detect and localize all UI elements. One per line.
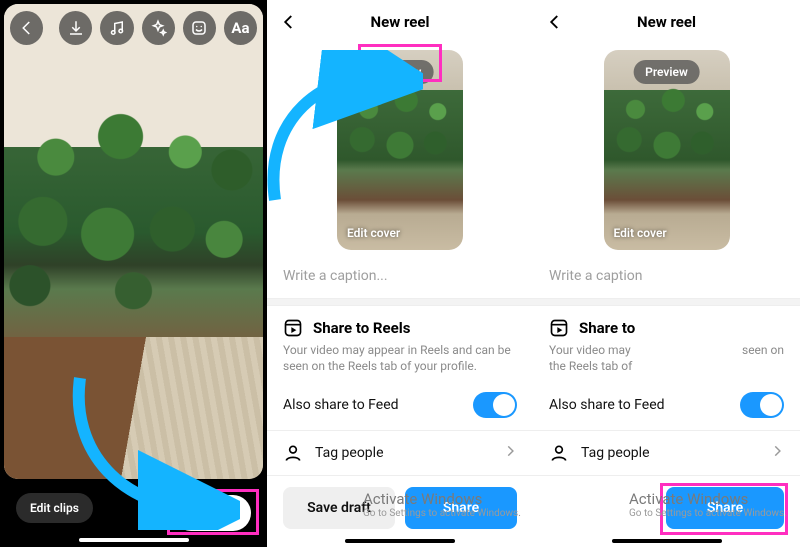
cover-preview[interactable]: Preview Edit cover [337,50,463,250]
person-icon [283,443,303,463]
share-section: Share to Your video may seen on the Reel… [533,306,800,380]
reels-icon [549,318,569,338]
share-desc-left1: Your video may [549,342,631,358]
page-title: New reel [637,13,696,31]
chevron-right-icon [503,444,517,462]
tag-people-row[interactable]: Tag people [267,431,533,475]
share-desc-right1: seen on [742,342,784,358]
editor-screen: Aa Edit clips Next [0,0,267,547]
also-share-row: Also share to Feed [533,380,800,430]
share-button[interactable]: Share [405,487,517,529]
reels-icon [283,318,303,338]
page-title: New reel [371,13,430,31]
caption-input[interactable]: Write a caption [533,260,800,298]
share-heading: Share to Reels [313,319,410,337]
share-button[interactable]: Share [666,487,784,529]
new-reel-screen-1: New reel Preview Edit cover Write a capt… [267,0,533,547]
edit-clips-button[interactable]: Edit clips [16,493,93,523]
caption-input[interactable]: Write a caption... [267,260,533,298]
home-indicator [345,539,455,543]
back-button[interactable] [543,10,567,34]
share-section: Share to Reels Your video may appear in … [267,306,533,380]
effects-icon[interactable] [142,11,175,45]
editor-bottom-bar: Edit clips Next [4,479,263,547]
back-button[interactable] [277,10,301,34]
home-indicator [612,539,722,543]
edit-cover-button[interactable]: Edit cover [347,226,400,240]
edit-cover-button[interactable]: Edit cover [614,226,667,240]
editor-top-toolbar: Aa [10,10,257,46]
tag-people-row[interactable]: Tag people [533,431,800,475]
also-share-toggle[interactable] [740,392,784,418]
download-icon[interactable] [59,11,92,45]
text-icon[interactable]: Aa [224,11,257,45]
chevron-right-icon [770,444,784,462]
person-icon [549,443,569,463]
also-share-label: Also share to Feed [283,397,399,413]
music-icon[interactable] [100,11,133,45]
also-share-label: Also share to Feed [549,397,665,413]
back-icon[interactable] [10,11,43,45]
tag-people-label: Tag people [315,445,384,461]
header: New reel [533,0,800,44]
header: New reel [267,0,533,44]
video-preview[interactable] [4,4,263,479]
sticker-icon[interactable] [183,11,216,45]
home-indicator [79,538,189,542]
tag-people-label: Tag people [581,445,650,461]
next-label: Next [188,505,217,521]
preview-button[interactable]: Preview [633,60,700,84]
footer-actions: Share [533,479,800,547]
next-button[interactable]: Next [173,495,251,531]
share-description: Your video may appear in Reels and can b… [283,342,517,374]
preview-button[interactable]: Preview [367,60,434,84]
also-share-toggle[interactable] [473,392,517,418]
new-reel-screen-2: New reel Preview Edit cover Write a capt… [533,0,800,547]
save-draft-button[interactable]: Save draft [283,487,395,529]
footer-actions: Save draft Share [267,479,533,547]
cover-preview[interactable]: Preview Edit cover [604,50,730,250]
also-share-row: Also share to Feed [267,380,533,430]
chevron-right-icon [222,506,236,520]
share-heading: Share to [579,319,635,337]
share-desc-left2: the Reels tab of [549,358,784,374]
